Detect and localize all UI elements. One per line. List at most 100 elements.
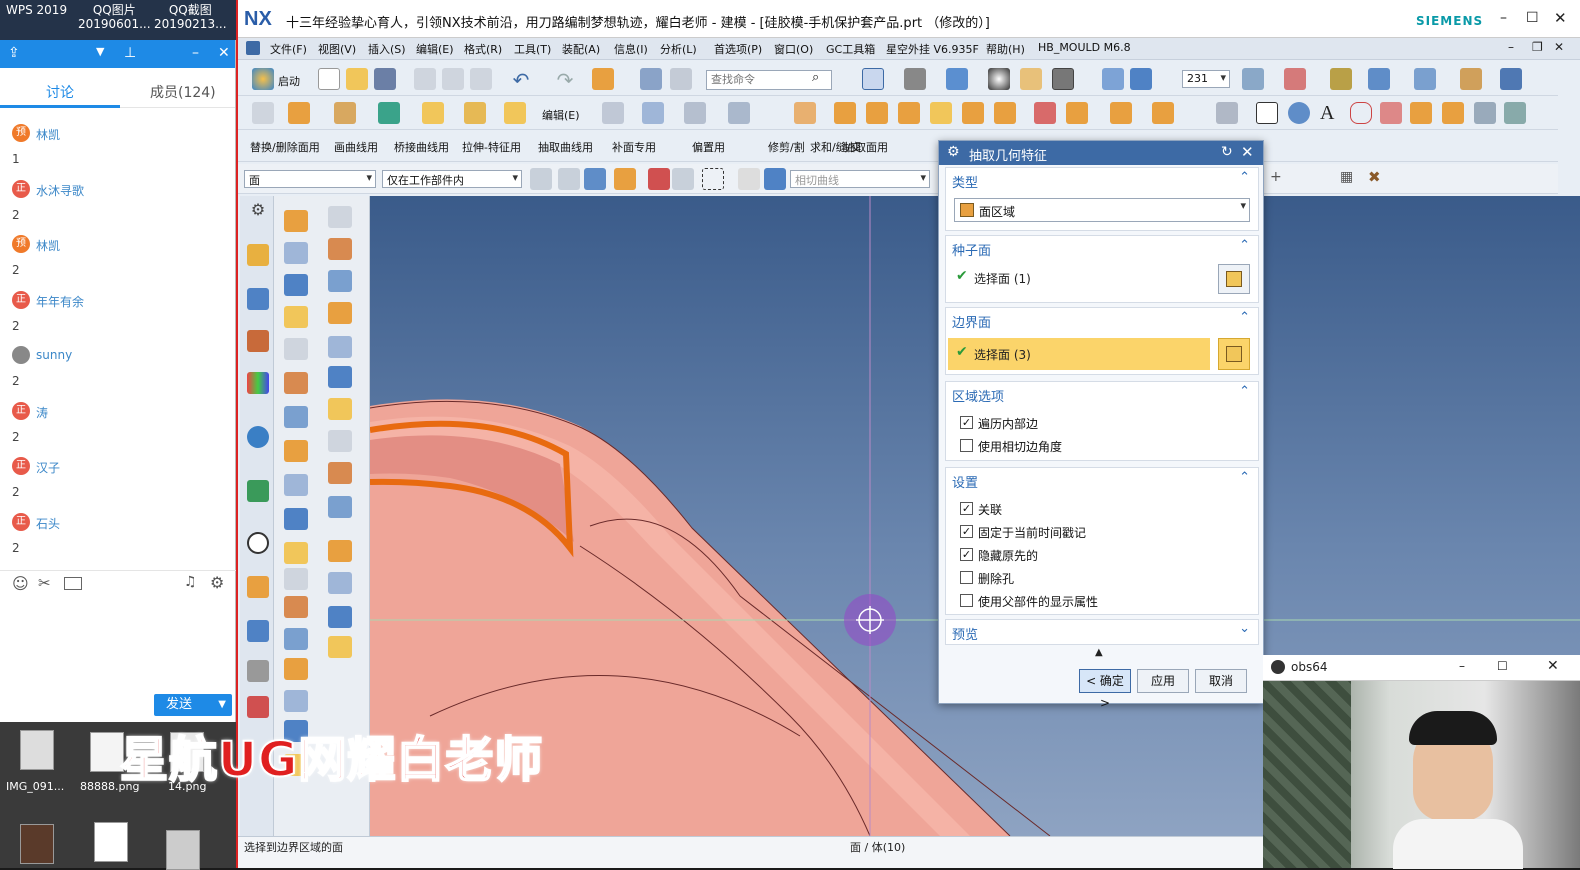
voice-icon[interactable]: ♫ [184,574,197,590]
toolbar-group-menu[interactable]: 替换/删除面用 [250,139,320,155]
menu-item[interactable]: 分析(L) [660,41,697,57]
block-icon[interactable] [422,102,444,124]
palette-tool-icon[interactable] [328,496,352,518]
image-thumbnail[interactable] [90,732,124,772]
measure-icon[interactable] [1330,68,1352,90]
eraser-icon[interactable] [738,168,760,190]
undo-icon[interactable]: ↶ [510,68,532,92]
menu-item[interactable]: GC工具箱 [826,41,875,57]
grid-icon[interactable]: ▦ [1340,169,1353,185]
document-icon[interactable] [94,822,128,862]
palette-tool-icon[interactable] [328,398,352,420]
checkbox-label[interactable]: 遍历内部边 [978,415,1038,432]
avatar[interactable]: 预 [12,124,30,142]
assembly-navigator-icon[interactable] [247,244,269,266]
palette-tool-icon[interactable] [284,440,308,462]
toolbar-group-menu[interactable]: 抽取面用 [844,139,888,155]
line-icon[interactable] [1216,102,1238,124]
palette-tool-icon[interactable] [328,606,352,628]
menu-item[interactable]: 格式(R) [464,41,502,57]
palette-tool-icon[interactable] [284,474,308,496]
boundary-face-selector-row[interactable]: ✔ 选择面 (3) [948,338,1210,370]
palette-tool-icon[interactable] [284,306,308,328]
intersect-icon[interactable] [866,102,888,124]
menu-item[interactable]: 视图(V) [318,41,356,57]
chevron-up-icon[interactable]: ⌃ [1239,238,1250,253]
bridge-curve-icon[interactable] [1442,102,1464,124]
menu-item[interactable]: 首选项(P) [714,41,762,57]
menu-item[interactable]: 编辑(E) [416,41,454,57]
menu-item[interactable]: 帮助(H) [986,41,1025,57]
command-finder-icon[interactable] [640,68,662,90]
menu-item[interactable]: 插入(S) [368,41,406,57]
redo-icon[interactable]: ↷ [554,68,576,92]
send-button[interactable]: 发送 ▼ [154,694,232,716]
restore-icon[interactable]: ❐ [1532,40,1543,54]
desktop-icon-wps[interactable]: WPS 2019 [6,3,67,17]
palette-tool-icon[interactable] [284,568,308,590]
checkbox[interactable]: ✓ [960,416,973,429]
palette-tool-icon[interactable] [284,210,308,232]
tab-discussion[interactable]: 讨论 [46,82,74,102]
cut-icon[interactable] [414,68,436,90]
window-select-icon[interactable] [672,168,694,190]
toolbar-group-menu[interactable]: 修剪/割 [768,139,805,155]
sender-name[interactable]: 林凯 [36,126,60,143]
avatar[interactable]: 预 [12,235,30,253]
type-filter-select[interactable]: 面 [244,170,376,188]
surface-icon[interactable] [642,102,664,124]
close-icon[interactable]: ✕ [1554,9,1567,27]
ok-button[interactable]: < 确定 > [1079,669,1131,710]
palette-tool-icon[interactable] [284,596,308,618]
offset-face-icon[interactable] [898,102,920,124]
move-object-icon[interactable] [1102,68,1124,90]
type-section-header[interactable]: 类型 [952,172,978,191]
search-icon[interactable]: ⌕ [812,70,819,85]
orient-view-icon[interactable] [946,68,968,90]
desktop-icon-qq-image[interactable]: QQ图片 20190601... [78,3,151,31]
maximize-icon[interactable]: ☐ [1526,10,1539,26]
new-file-icon[interactable] [318,68,340,90]
palette-tool-icon[interactable] [284,658,308,680]
arc-icon[interactable] [1288,102,1310,124]
preview-header[interactable]: 预览 [952,624,978,643]
chamfer-icon[interactable] [994,102,1016,124]
replace-face-icon[interactable] [1066,102,1088,124]
subtract-icon[interactable] [834,102,856,124]
menu-item[interactable]: 装配(A) [562,41,600,57]
tools-icon[interactable]: ✖ [1368,168,1381,186]
tab-members[interactable]: 成员(124) [150,82,216,102]
checkbox[interactable]: ✓ [960,525,973,538]
menu-item[interactable]: 文件(F) [270,41,307,57]
palette-tool-icon[interactable] [284,406,308,428]
apply-button[interactable]: 应用 [1137,669,1189,693]
plus-icon[interactable]: + [1270,169,1282,185]
toolbar-group-menu[interactable]: 补面专用 [612,139,656,155]
gear-icon[interactable]: ⚙ [947,144,960,160]
background-icon[interactable] [1052,68,1074,90]
desktop-icon-qq-screenshot[interactable]: QQ截图 20190213... [154,3,227,31]
checkbox-label[interactable]: 使用相切边角度 [978,438,1062,455]
checkbox-label[interactable]: 关联 [978,501,1002,518]
constraint-navigator-icon[interactable] [247,288,269,310]
close-icon[interactable]: ✕ [218,45,230,61]
edit-menu-button[interactable]: 编辑(E) [542,107,580,123]
edit-section-icon[interactable] [1020,68,1042,90]
gear-icon[interactable]: ⚙ [247,200,269,222]
sender-name[interactable]: 石头 [36,515,60,532]
menu-item[interactable]: HB_MOULD M6.8 [1038,41,1131,54]
palette-tool-icon[interactable] [284,542,308,564]
emoji-icon[interactable]: ☺ [12,574,29,593]
chevron-down-icon[interactable]: ▼ [96,45,104,58]
palette-tool-icon[interactable] [328,430,352,452]
pattern-icon[interactable] [1152,102,1174,124]
menu-item[interactable]: 窗口(O) [774,41,813,57]
rectangle-icon[interactable] [602,102,624,124]
layer-select[interactable]: 231 [1182,70,1230,88]
reset-icon[interactable]: ↻ [1221,144,1233,160]
image-icon[interactable] [64,577,82,590]
checkbox-label[interactable]: 隐藏原先的 [978,547,1038,564]
seed-face-selector[interactable]: 选择面 (1) [974,270,1031,287]
avatar[interactable] [12,346,30,364]
collapse-arrow-icon[interactable]: ▲ [1095,647,1103,658]
